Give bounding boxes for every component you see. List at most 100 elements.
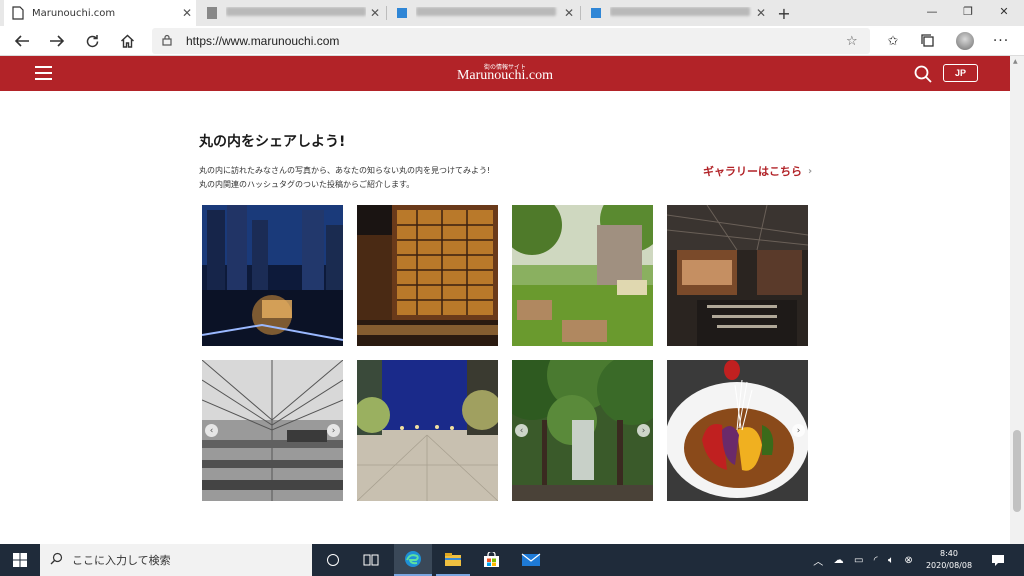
language-button[interactable]: JP [943, 64, 978, 82]
tab-4[interactable]: ✕ [582, 0, 770, 26]
close-window-button[interactable]: ✕ [984, 0, 1024, 22]
cloud-icon[interactable]: ☁ [834, 555, 844, 566]
chevron-left-icon[interactable]: ‹ [515, 424, 528, 437]
description-line-1: 丸の内に訪れたみなさんの写真から、あなたの知らない丸の内を見つけてみよう! [199, 166, 491, 175]
file-explorer-button[interactable] [436, 544, 470, 576]
tab-title-blurred [416, 7, 560, 19]
forward-arrow-icon [50, 35, 65, 47]
volume-icon[interactable]: 🔈︎ [888, 555, 894, 566]
tab-marunouchi[interactable]: Marunouchi.com ✕ [4, 0, 196, 26]
back-button[interactable] [7, 26, 37, 56]
tab-title-blurred [226, 7, 366, 19]
photo-lit-building[interactable] [357, 205, 498, 346]
more-menu-button[interactable]: ··· [986, 26, 1016, 56]
tab-3[interactable]: ✕ [388, 0, 578, 26]
tab-divider [580, 6, 581, 20]
taskbar: ここに入力して検索 ︿ ☁ ▭ ◜ 🔈︎ ⊗ 8:40 2020/08/08 [0, 544, 1024, 576]
tab-close-icon[interactable]: ✕ [178, 6, 196, 20]
folder-icon [445, 552, 461, 566]
task-view-icon [363, 554, 379, 566]
photo-tree-lined-street[interactable]: ‹ › [512, 360, 653, 501]
chevron-up-icon[interactable]: ︿ [813, 553, 823, 568]
mail-button[interactable] [514, 544, 548, 576]
gallery-link[interactable]: ギャラリーはこちら › [703, 163, 812, 179]
forward-button[interactable] [42, 26, 72, 56]
action-center-button[interactable] [986, 544, 1010, 576]
taskbar-clock[interactable]: 8:40 2020/08/08 [918, 548, 980, 572]
minimize-button[interactable]: — [912, 0, 952, 22]
favorite-star-icon[interactable]: ☆ [846, 34, 870, 49]
lock-icon [162, 34, 182, 49]
chevron-left-icon[interactable]: ‹ [205, 424, 218, 437]
taskbar-search-box[interactable]: ここに入力して検索 [40, 544, 312, 576]
chevron-right-icon[interactable]: › [327, 424, 340, 437]
page-icon [206, 6, 218, 20]
mail-icon [521, 553, 541, 566]
store-bag-icon [483, 552, 499, 567]
photo-green-plaza[interactable] [512, 205, 653, 346]
chevron-right-icon: › [808, 165, 813, 177]
tab-strip: Marunouchi.com ✕ ✕ ✕ ✕ + — ❐ ✕ [0, 0, 1024, 26]
gallery-link-label: ギャラリーはこちら [703, 165, 802, 178]
hamburger-menu-icon[interactable] [35, 66, 52, 80]
tab-2[interactable]: ✕ [198, 0, 384, 26]
clock-time: 8:40 [940, 549, 958, 558]
scrollbar-thumb[interactable] [1013, 430, 1021, 512]
photo-food-dish[interactable]: › [667, 360, 808, 501]
wifi-icon[interactable]: ◜ [874, 555, 878, 566]
notification-icon [992, 554, 1004, 566]
collections-icon [921, 34, 934, 47]
edge-icon [405, 551, 421, 567]
new-tab-button[interactable]: + [774, 0, 794, 26]
page-icon [590, 6, 602, 20]
windows-logo-icon [13, 553, 27, 567]
photo-night-avenue[interactable] [357, 360, 498, 501]
favorites-icon: ✩ [887, 33, 899, 49]
task-view-button[interactable] [356, 544, 386, 576]
search-icon[interactable] [913, 64, 933, 84]
page-scrollbar[interactable]: ▲ [1010, 56, 1024, 544]
tab-divider [386, 6, 387, 20]
maximize-button[interactable]: ❐ [948, 0, 988, 22]
page-icon [12, 6, 24, 20]
page-icon [396, 6, 408, 20]
favorites-button[interactable]: ✩ [878, 26, 908, 56]
start-button[interactable] [0, 544, 40, 576]
section-title: 丸の内をシェアしよう! [199, 134, 346, 150]
tab-title: Marunouchi.com [32, 7, 116, 19]
chevron-right-icon[interactable]: › [792, 424, 805, 437]
search-icon [50, 552, 66, 568]
site-header: 街の情報サイト Marunouchi.com JP [0, 56, 1010, 91]
tab-close-icon[interactable]: ✕ [752, 6, 770, 20]
photo-night-skyline[interactable] [202, 205, 343, 346]
ellipsis-icon: ··· [992, 33, 1010, 49]
ime-icon[interactable]: ⊗ [904, 555, 912, 566]
avatar [956, 32, 974, 50]
edge-taskbar-button[interactable] [394, 544, 432, 576]
search-placeholder: ここに入力して検索 [72, 554, 171, 567]
scroll-up-icon[interactable]: ▲ [1013, 58, 1018, 65]
browser-toolbar: https://www.marunouchi.com ☆ ✩ ··· [0, 26, 1024, 56]
home-icon [120, 34, 134, 48]
system-tray: ︿ ☁ ▭ ◜ 🔈︎ ⊗ [808, 544, 918, 576]
refresh-button[interactable] [77, 26, 107, 56]
tab-close-icon[interactable]: ✕ [366, 6, 384, 20]
chevron-right-icon[interactable]: › [637, 424, 650, 437]
profile-button[interactable] [950, 26, 980, 56]
photo-covered-market[interactable] [667, 205, 808, 346]
store-button[interactable] [474, 544, 508, 576]
tab-title-blurred [610, 7, 752, 19]
cortana-button[interactable] [318, 544, 348, 576]
tab-close-icon[interactable]: ✕ [560, 6, 578, 20]
photo-glass-atrium[interactable]: ‹ › [202, 360, 343, 501]
refresh-icon [86, 34, 98, 47]
description-line-2: 丸の内関連のハッシュタグのついた投稿からご紹介します。 [199, 180, 415, 189]
url-text: https://www.marunouchi.com [186, 34, 340, 48]
collections-button[interactable] [913, 26, 943, 56]
site-logo[interactable]: Marunouchi.com [420, 68, 590, 84]
clock-date: 2020/08/08 [925, 561, 973, 570]
home-button[interactable] [112, 26, 142, 56]
battery-icon[interactable]: ▭ [854, 555, 863, 566]
address-bar[interactable]: https://www.marunouchi.com ☆ [152, 28, 870, 54]
cortana-circle-icon [327, 554, 339, 566]
